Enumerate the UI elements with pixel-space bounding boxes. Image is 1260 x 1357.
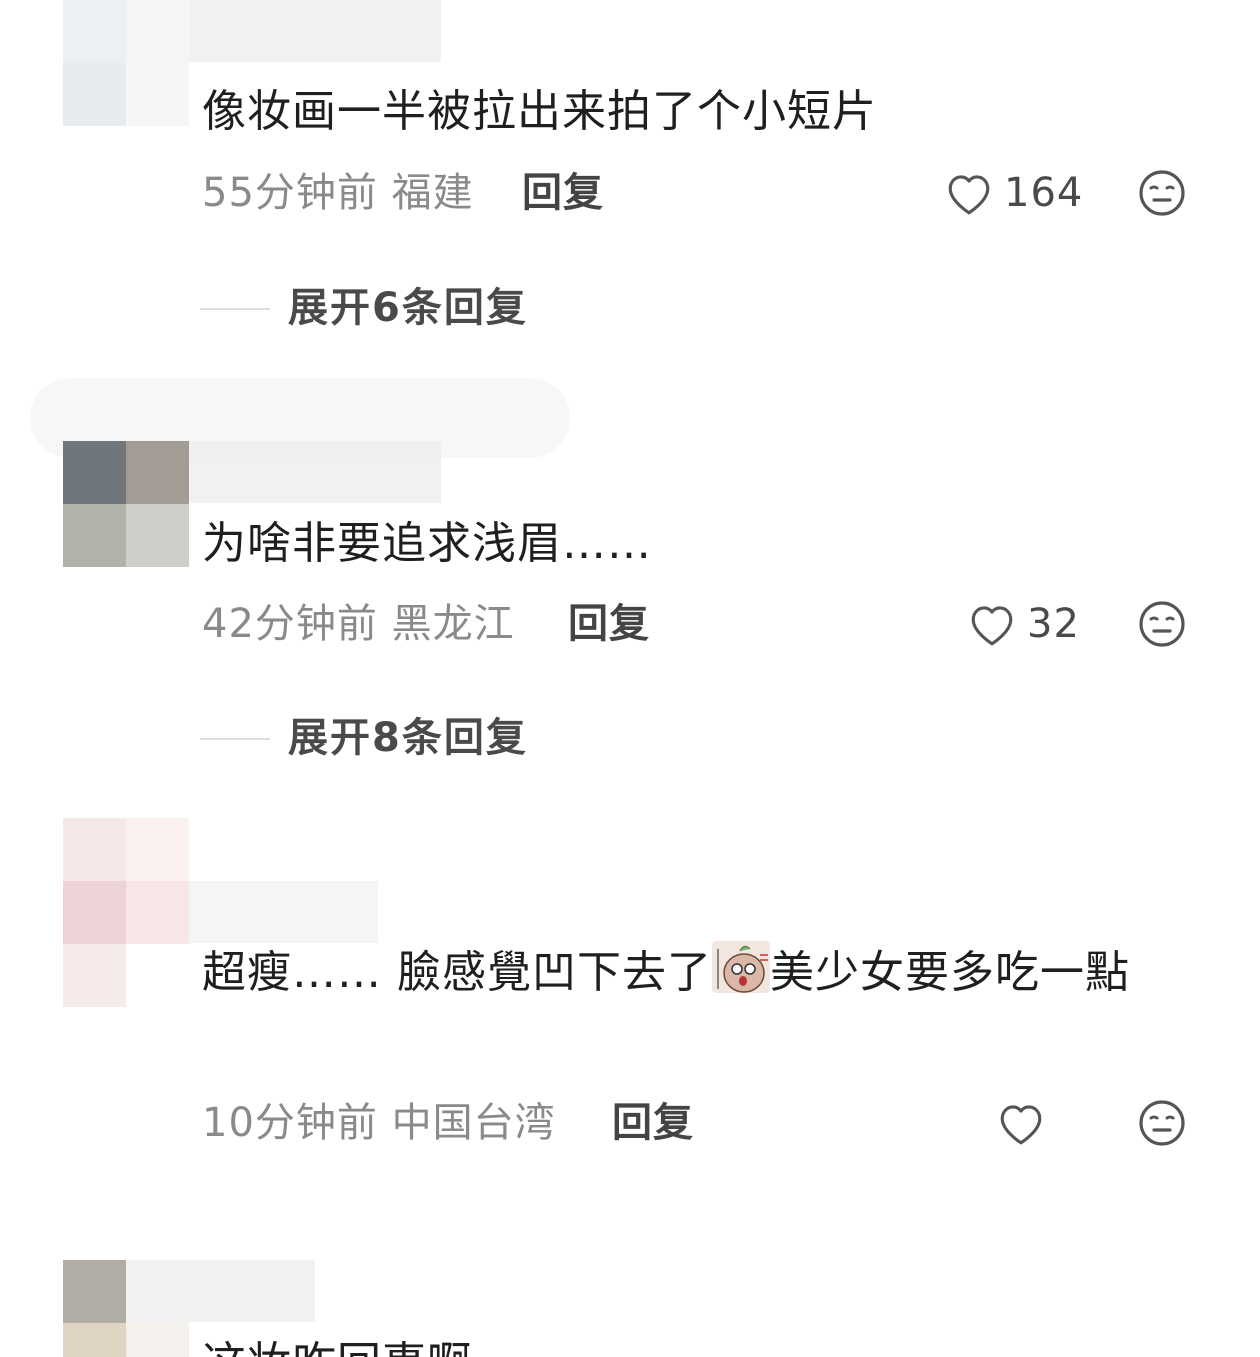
expand-replies-button[interactable]: 展开6条回复 [200, 278, 1260, 338]
reply-button[interactable]: 回复 [612, 1093, 694, 1153]
comment-meta: 10分钟前 中国台湾 回复 [202, 1093, 1260, 1153]
like-button[interactable] [996, 1099, 1056, 1147]
username-blurred[interactable] [189, 0, 441, 62]
reply-button[interactable]: 回复 [522, 163, 604, 223]
heart-outline-icon [971, 606, 1013, 646]
comment-time-location: 10分钟前 中国台湾 [202, 1093, 556, 1153]
like-button[interactable]: 164 [944, 169, 1083, 217]
expand-replies-button[interactable]: 展开8条回复 [200, 708, 1260, 768]
comment-text-part: 超瘦…… 臉感覺凹下去了 [202, 947, 712, 998]
comment-meta: 42分钟前 黑龙江 回复 32 [202, 594, 1260, 654]
reply-button[interactable]: 回复 [568, 594, 650, 654]
like-button[interactable]: 32 [967, 600, 1080, 648]
emoji-sticker [712, 941, 770, 993]
heart-outline-icon [1000, 1105, 1042, 1145]
expand-replies-label: 展开8条回复 [288, 715, 528, 761]
username-blurred[interactable] [189, 881, 378, 943]
comment-time-location: 42分钟前 黑龙江 [202, 594, 515, 654]
avatar[interactable] [63, 1260, 189, 1357]
comment-time: 42分钟前 [202, 601, 378, 647]
avatar[interactable] [63, 441, 189, 567]
meh-face-icon[interactable] [1138, 1099, 1186, 1147]
meh-face-icon[interactable] [1138, 600, 1186, 648]
like-count: 164 [1004, 170, 1084, 216]
comment-location: 中国台湾 [391, 1100, 556, 1146]
comment-item: 超瘦…… 臉感覺凹下去了 美少女要多吃一點 10分钟前 中国台湾 回复 [0, 818, 1260, 1218]
expand-replies-label: 展开6条回复 [288, 285, 528, 331]
comment-text: 像妆画一半被拉出来拍了个小短片 [202, 86, 877, 137]
comment-text: 超瘦…… 臉感覺凹下去了 美少女要多吃一點 [202, 940, 1170, 1006]
comment-location: 黑龙江 [391, 601, 515, 647]
comment-time: 10分钟前 [202, 1100, 378, 1146]
comment-time-location: 55分钟前 福建 [202, 163, 474, 223]
like-count: 32 [1027, 601, 1080, 647]
comment-text: 为啥非要追求浅眉…… [202, 518, 652, 569]
username-blurred[interactable] [189, 1260, 315, 1322]
avatar[interactable] [63, 0, 189, 126]
expand-divider [200, 738, 270, 740]
heart-outline-icon [948, 175, 990, 215]
comment-text: 这妆咋回事啊 [202, 1332, 1170, 1357]
comment-text-part: 美少女要多吃一點 [770, 947, 1130, 998]
comment-meta: 55分钟前 福建 回复 164 [202, 163, 1260, 223]
username-blurred[interactable] [189, 441, 441, 503]
comment-item: 像妆画一半被拉出来拍了个小短片 55分钟前 福建 回复 164 展开6条回复 [0, 0, 1260, 360]
expand-divider [200, 308, 270, 310]
comment-item: 这妆咋回事啊 [0, 1258, 1260, 1357]
meh-face-icon[interactable] [1138, 169, 1186, 217]
comment-location: 福建 [391, 170, 474, 216]
comment-time: 55分钟前 [202, 170, 378, 216]
comment-item: 为啥非要追求浅眉…… 42分钟前 黑龙江 回复 32 展开8条回复 [0, 378, 1260, 798]
avatar[interactable] [63, 818, 189, 1007]
